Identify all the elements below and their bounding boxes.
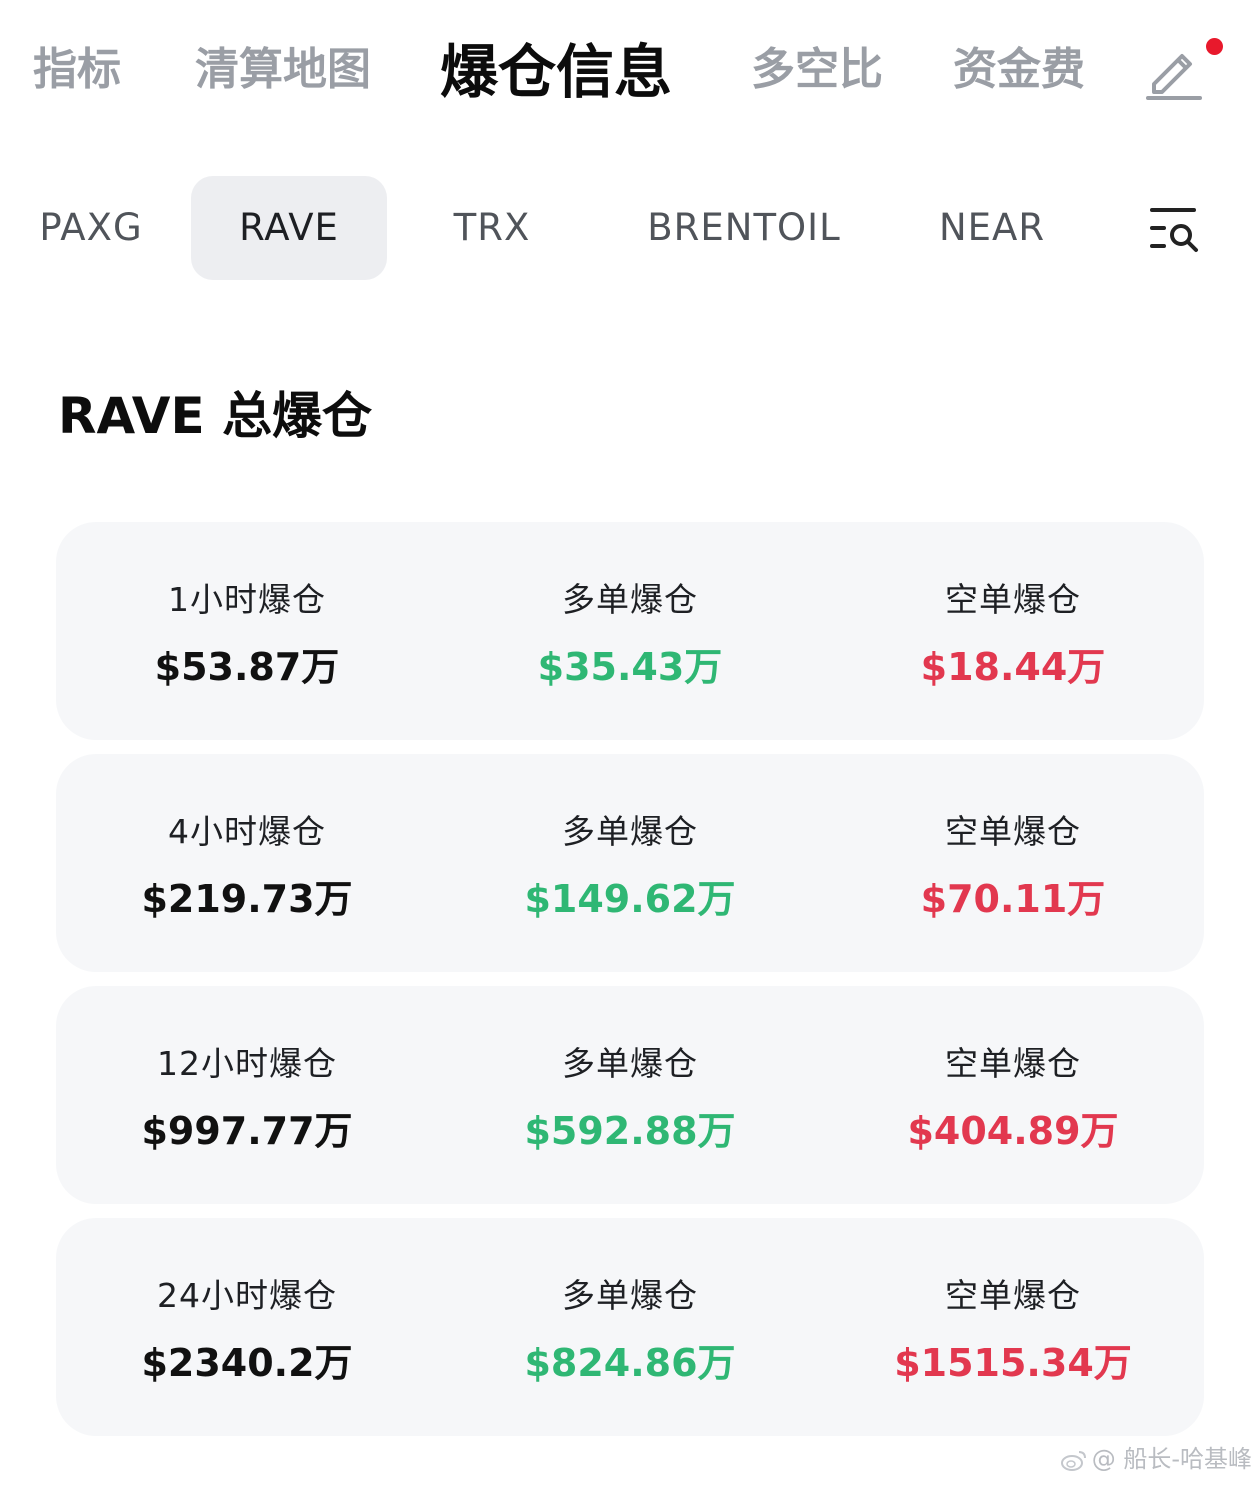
- total-column: 4小时爆仓 $219.73万: [56, 754, 438, 972]
- short-column: 空单爆仓 $70.11万: [822, 754, 1204, 972]
- tab-indicators[interactable]: 指标: [33, 38, 121, 102]
- long-value: $592.88万: [524, 1109, 736, 1153]
- total-column: 24小时爆仓 $2340.2万: [56, 1218, 438, 1436]
- long-label: 多单爆仓: [562, 580, 698, 619]
- short-column: 空单爆仓 $1515.34万: [822, 1218, 1204, 1436]
- short-label: 空单爆仓: [945, 580, 1081, 619]
- watermark-text: @ 船长-哈基峰: [1091, 1445, 1252, 1473]
- edit-button[interactable]: [1140, 40, 1210, 102]
- tab-funding-rate[interactable]: 资金费: [953, 38, 1085, 102]
- chip-trx[interactable]: TRX: [422, 176, 562, 280]
- liquidation-card-24h: 24小时爆仓 $2340.2万 多单爆仓 $824.86万 空单爆仓 $1515…: [56, 1218, 1204, 1436]
- total-value: $219.73万: [141, 877, 353, 921]
- total-value: $53.87万: [154, 645, 340, 689]
- short-value: $404.89万: [907, 1109, 1119, 1153]
- pencil-edit-icon: [1146, 54, 1202, 100]
- watermark: @ 船长-哈基峰: [1060, 1444, 1252, 1474]
- short-value: $70.11万: [920, 877, 1106, 921]
- chip-near[interactable]: NEAR: [916, 176, 1068, 280]
- total-value: $2340.2万: [141, 1341, 353, 1385]
- liquidation-card-1h: 1小时爆仓 $53.87万 多单爆仓 $35.43万 空单爆仓 $18.44万: [56, 522, 1204, 740]
- symbol-selector: PAXG RAVE TRX BRENTOIL NEAR: [0, 172, 1260, 284]
- total-value: $997.77万: [141, 1109, 353, 1153]
- short-value: $1515.34万: [894, 1341, 1132, 1385]
- weibo-logo-icon: [1060, 1451, 1086, 1471]
- long-label: 多单爆仓: [562, 1276, 698, 1315]
- top-tab-bar: 指标 清算地图 爆仓信息 多空比 资金费: [0, 0, 1260, 140]
- long-value: $824.86万: [524, 1341, 736, 1385]
- liquidation-card-4h: 4小时爆仓 $219.73万 多单爆仓 $149.62万 空单爆仓 $70.11…: [56, 754, 1204, 972]
- tab-liquidation-info[interactable]: 爆仓信息: [440, 36, 672, 108]
- long-label: 多单爆仓: [562, 1044, 698, 1083]
- liquidation-card-12h: 12小时爆仓 $997.77万 多单爆仓 $592.88万 空单爆仓 $404.…: [56, 986, 1204, 1204]
- short-label: 空单爆仓: [945, 1276, 1081, 1315]
- section-title: RAVE 总爆仓: [58, 387, 373, 445]
- short-label: 空单爆仓: [945, 1044, 1081, 1083]
- long-column: 多单爆仓 $592.88万: [439, 986, 821, 1204]
- symbol-search-button[interactable]: [1148, 202, 1204, 258]
- tab-liquidation-map[interactable]: 清算地图: [195, 38, 371, 102]
- total-label: 12小时爆仓: [157, 1044, 337, 1083]
- long-value: $149.62万: [524, 877, 736, 921]
- tab-long-short-ratio[interactable]: 多空比: [751, 38, 883, 102]
- total-label: 24小时爆仓: [157, 1276, 337, 1315]
- long-column: 多单爆仓 $35.43万: [439, 522, 821, 740]
- short-label: 空单爆仓: [945, 812, 1081, 851]
- chip-paxg[interactable]: PAXG: [18, 176, 164, 280]
- short-column: 空单爆仓 $404.89万: [822, 986, 1204, 1204]
- chip-brentoil[interactable]: BRENTOIL: [628, 176, 860, 280]
- long-value: $35.43万: [537, 645, 723, 689]
- long-column: 多单爆仓 $824.86万: [439, 1218, 821, 1436]
- short-value: $18.44万: [920, 645, 1106, 689]
- chip-rave[interactable]: RAVE: [191, 176, 387, 280]
- total-label: 1小时爆仓: [168, 580, 326, 619]
- total-column: 1小时爆仓 $53.87万: [56, 522, 438, 740]
- long-column: 多单爆仓 $149.62万: [439, 754, 821, 972]
- long-label: 多单爆仓: [562, 812, 698, 851]
- list-search-icon: [1150, 208, 1198, 252]
- total-column: 12小时爆仓 $997.77万: [56, 986, 438, 1204]
- short-column: 空单爆仓 $18.44万: [822, 522, 1204, 740]
- total-label: 4小时爆仓: [168, 812, 326, 851]
- notification-dot: [1206, 38, 1223, 55]
